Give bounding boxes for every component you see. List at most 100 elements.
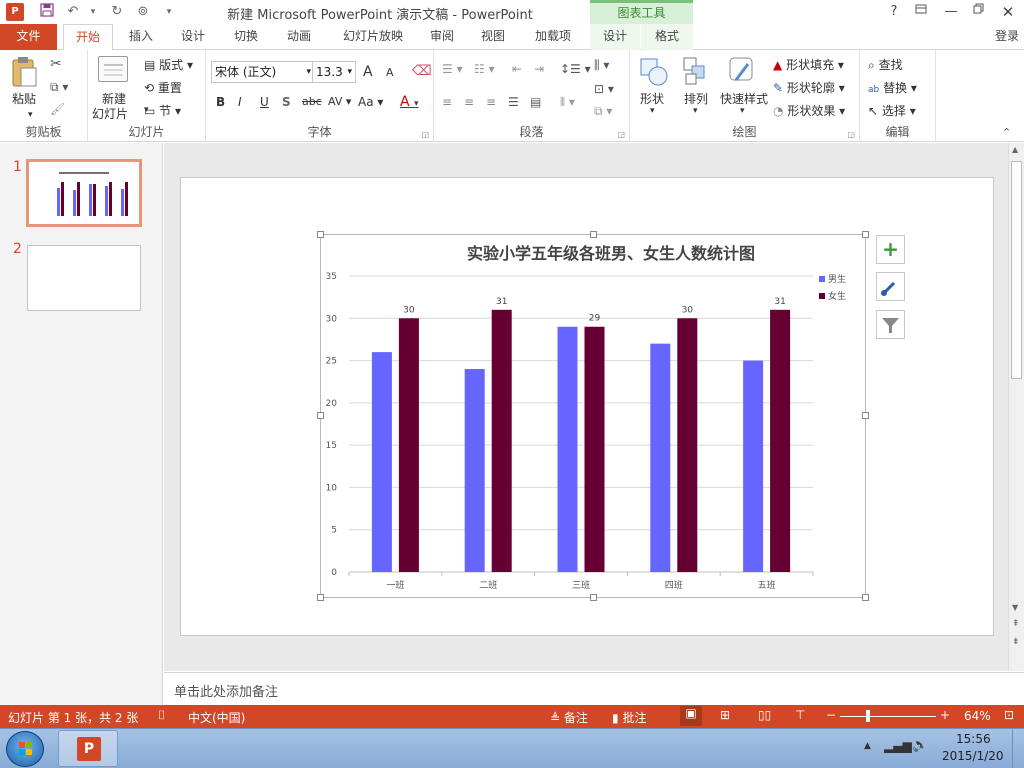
replace-button[interactable]: ab 替换 ▾ <box>868 79 917 96</box>
cut-icon[interactable]: ✂ <box>50 56 62 72</box>
shapes-icon[interactable] <box>638 56 670 88</box>
slideshow-view-icon[interactable]: ⊤ <box>795 708 805 722</box>
align-text-icon[interactable]: ⊡ ▾ <box>594 82 614 96</box>
spellcheck-icon[interactable]: ⌷ <box>158 708 165 723</box>
font-size-select[interactable]: 13.3 ▾ <box>312 61 356 83</box>
bullets-icon[interactable]: ☰ ▾ <box>442 62 463 76</box>
next-slide-icon[interactable]: ⇟ <box>1012 637 1020 647</box>
shape-effects-button[interactable]: ◔ 形状效果 ▾ <box>773 102 845 119</box>
italic-button[interactable]: I <box>238 95 242 109</box>
arrange-label[interactable]: 排列 <box>684 90 708 107</box>
volume-icon[interactable]: 🔈 <box>912 738 928 753</box>
format-painter-icon[interactable]: 🖌 <box>50 102 65 116</box>
zoom-slider-thumb[interactable] <box>866 710 870 722</box>
resize-handle-l[interactable] <box>317 412 324 419</box>
shapes-dropdown-icon[interactable]: ▾ <box>650 106 655 116</box>
resize-handle-tr[interactable] <box>862 231 869 238</box>
prev-slide-icon[interactable]: ⇞ <box>1012 619 1020 629</box>
align-left-icon[interactable]: ≡ <box>442 95 452 109</box>
taskbar-powerpoint[interactable]: P <box>58 730 118 767</box>
chart-object[interactable]: 实验小学五年级各班男、女生人数统计图 0 5 10 15 20 25 30 35 一班 30 二班… <box>320 234 866 598</box>
show-desktop-button[interactable] <box>1012 729 1024 768</box>
scroll-up-icon[interactable]: ▲ <box>1012 145 1018 154</box>
tab-file[interactable]: 文件 <box>0 24 57 50</box>
tab-view[interactable]: 视图 <box>473 24 513 50</box>
scroll-thumb[interactable] <box>1011 161 1022 379</box>
clear-format-icon[interactable]: ⌫ <box>412 63 432 79</box>
increase-indent-icon[interactable]: ⇥ <box>534 62 544 76</box>
char-spacing-button[interactable]: AV ▾ <box>328 95 351 108</box>
tab-animations[interactable]: 动画 <box>278 24 320 50</box>
shape-outline-button[interactable]: ✎ 形状轮廓 ▾ <box>773 79 845 96</box>
strikethrough-button[interactable]: abc <box>302 95 322 108</box>
resize-handle-bl[interactable] <box>317 594 324 601</box>
clock-time[interactable]: 15:56 <box>956 732 991 746</box>
zoom-in-icon[interactable]: + <box>940 708 950 722</box>
notes-pane[interactable]: 单击此处添加备注 <box>164 672 1024 705</box>
resize-handle-tl[interactable] <box>317 231 324 238</box>
minimize-icon[interactable]: — <box>940 2 962 22</box>
layout-button[interactable]: ▤ 版式 ▾ <box>144 56 193 73</box>
bold-button[interactable]: B <box>216 95 225 109</box>
reset-button[interactable]: ⟲ 重置 <box>144 79 182 96</box>
scroll-down-icon[interactable]: ▼ <box>1012 603 1018 612</box>
fit-slide-icon[interactable]: ⊡ <box>1004 708 1014 722</box>
distributed-icon[interactable]: ▤ <box>530 95 541 109</box>
slide-sorter-icon[interactable]: ⊞ <box>720 708 730 722</box>
login-link[interactable]: 登录 <box>990 24 1024 50</box>
smartart-icon[interactable]: ⧉ ▾ <box>594 104 612 119</box>
quick-styles-label[interactable]: 快速样式 <box>720 90 768 107</box>
start-button[interactable] <box>6 731 44 767</box>
network-icon[interactable]: ▂▄▆ <box>884 739 912 753</box>
quick-styles-dropdown-icon[interactable]: ▾ <box>740 106 745 116</box>
tab-design[interactable]: 设计 <box>172 24 214 50</box>
collapse-ribbon-icon[interactable]: ⌃ <box>1002 126 1011 139</box>
paste-icon[interactable] <box>10 56 38 88</box>
chart-styles-button[interactable] <box>876 272 905 301</box>
tab-insert[interactable]: 插入 <box>120 24 162 50</box>
copy-icon[interactable]: ⧉ ▾ <box>50 80 68 95</box>
align-right-icon[interactable]: ≡ <box>486 95 496 109</box>
justify-icon[interactable]: ☰ <box>508 95 519 109</box>
reading-view-icon[interactable]: ▯▯ <box>758 708 771 722</box>
normal-view-icon[interactable]: ▣ <box>680 706 702 726</box>
tab-chart-format[interactable]: 格式 <box>641 24 693 50</box>
new-slide-label-2[interactable]: 幻灯片 <box>92 105 128 122</box>
text-direction-icon[interactable]: ⫼ ▾ <box>594 58 609 73</box>
align-center-icon[interactable]: ≡ <box>464 95 474 109</box>
columns-icon[interactable]: ⫴ ▾ <box>560 95 575 110</box>
paste-dropdown-icon[interactable]: ▾ <box>28 110 33 120</box>
resize-handle-t[interactable] <box>590 231 597 238</box>
arrange-icon[interactable] <box>682 56 710 88</box>
grow-font-button[interactable]: A <box>363 64 373 80</box>
tab-transitions[interactable]: 切换 <box>225 24 267 50</box>
tab-addins[interactable]: 加载项 <box>525 24 581 50</box>
shapes-label[interactable]: 形状 <box>640 90 664 107</box>
zoom-level[interactable]: 64% <box>964 709 991 723</box>
resize-handle-b[interactable] <box>590 594 597 601</box>
language-status[interactable]: 中文(中国) <box>188 709 245 726</box>
font-name-select[interactable]: 宋体 (正文) ▾ <box>211 61 315 83</box>
tab-slideshow[interactable]: 幻灯片放映 <box>333 24 413 50</box>
section-button[interactable]: ▭ 节 ▾ <box>144 102 181 119</box>
resize-handle-br[interactable] <box>862 594 869 601</box>
zoom-out-icon[interactable]: − <box>826 708 836 722</box>
tray-expand-icon[interactable]: ▲ <box>864 741 871 751</box>
chart-elements-button[interactable]: + <box>876 235 905 264</box>
quick-styles-icon[interactable] <box>728 56 758 88</box>
underline-button[interactable]: U <box>260 95 269 109</box>
select-button[interactable]: ↖ 选择 ▾ <box>868 102 916 119</box>
restore-icon[interactable] <box>968 2 990 22</box>
paste-label[interactable]: 粘贴 <box>12 90 36 107</box>
change-case-button[interactable]: Aa ▾ <box>358 95 383 109</box>
shrink-font-button[interactable]: A <box>386 66 394 79</box>
notes-toggle[interactable]: ≜ 备注 <box>550 709 588 726</box>
help-button[interactable]: ? <box>883 2 905 22</box>
tab-home[interactable]: 开始 <box>63 24 113 51</box>
decrease-indent-icon[interactable]: ⇤ <box>512 62 522 76</box>
tab-review[interactable]: 审阅 <box>422 24 462 50</box>
comments-toggle[interactable]: ▮ 批注 <box>612 709 646 726</box>
slide-thumbnail-2[interactable] <box>27 245 141 311</box>
clock-date[interactable]: 2015/1/20 <box>942 749 1004 763</box>
paragraph-dialog-launcher-icon[interactable]: ◲ <box>617 130 625 139</box>
